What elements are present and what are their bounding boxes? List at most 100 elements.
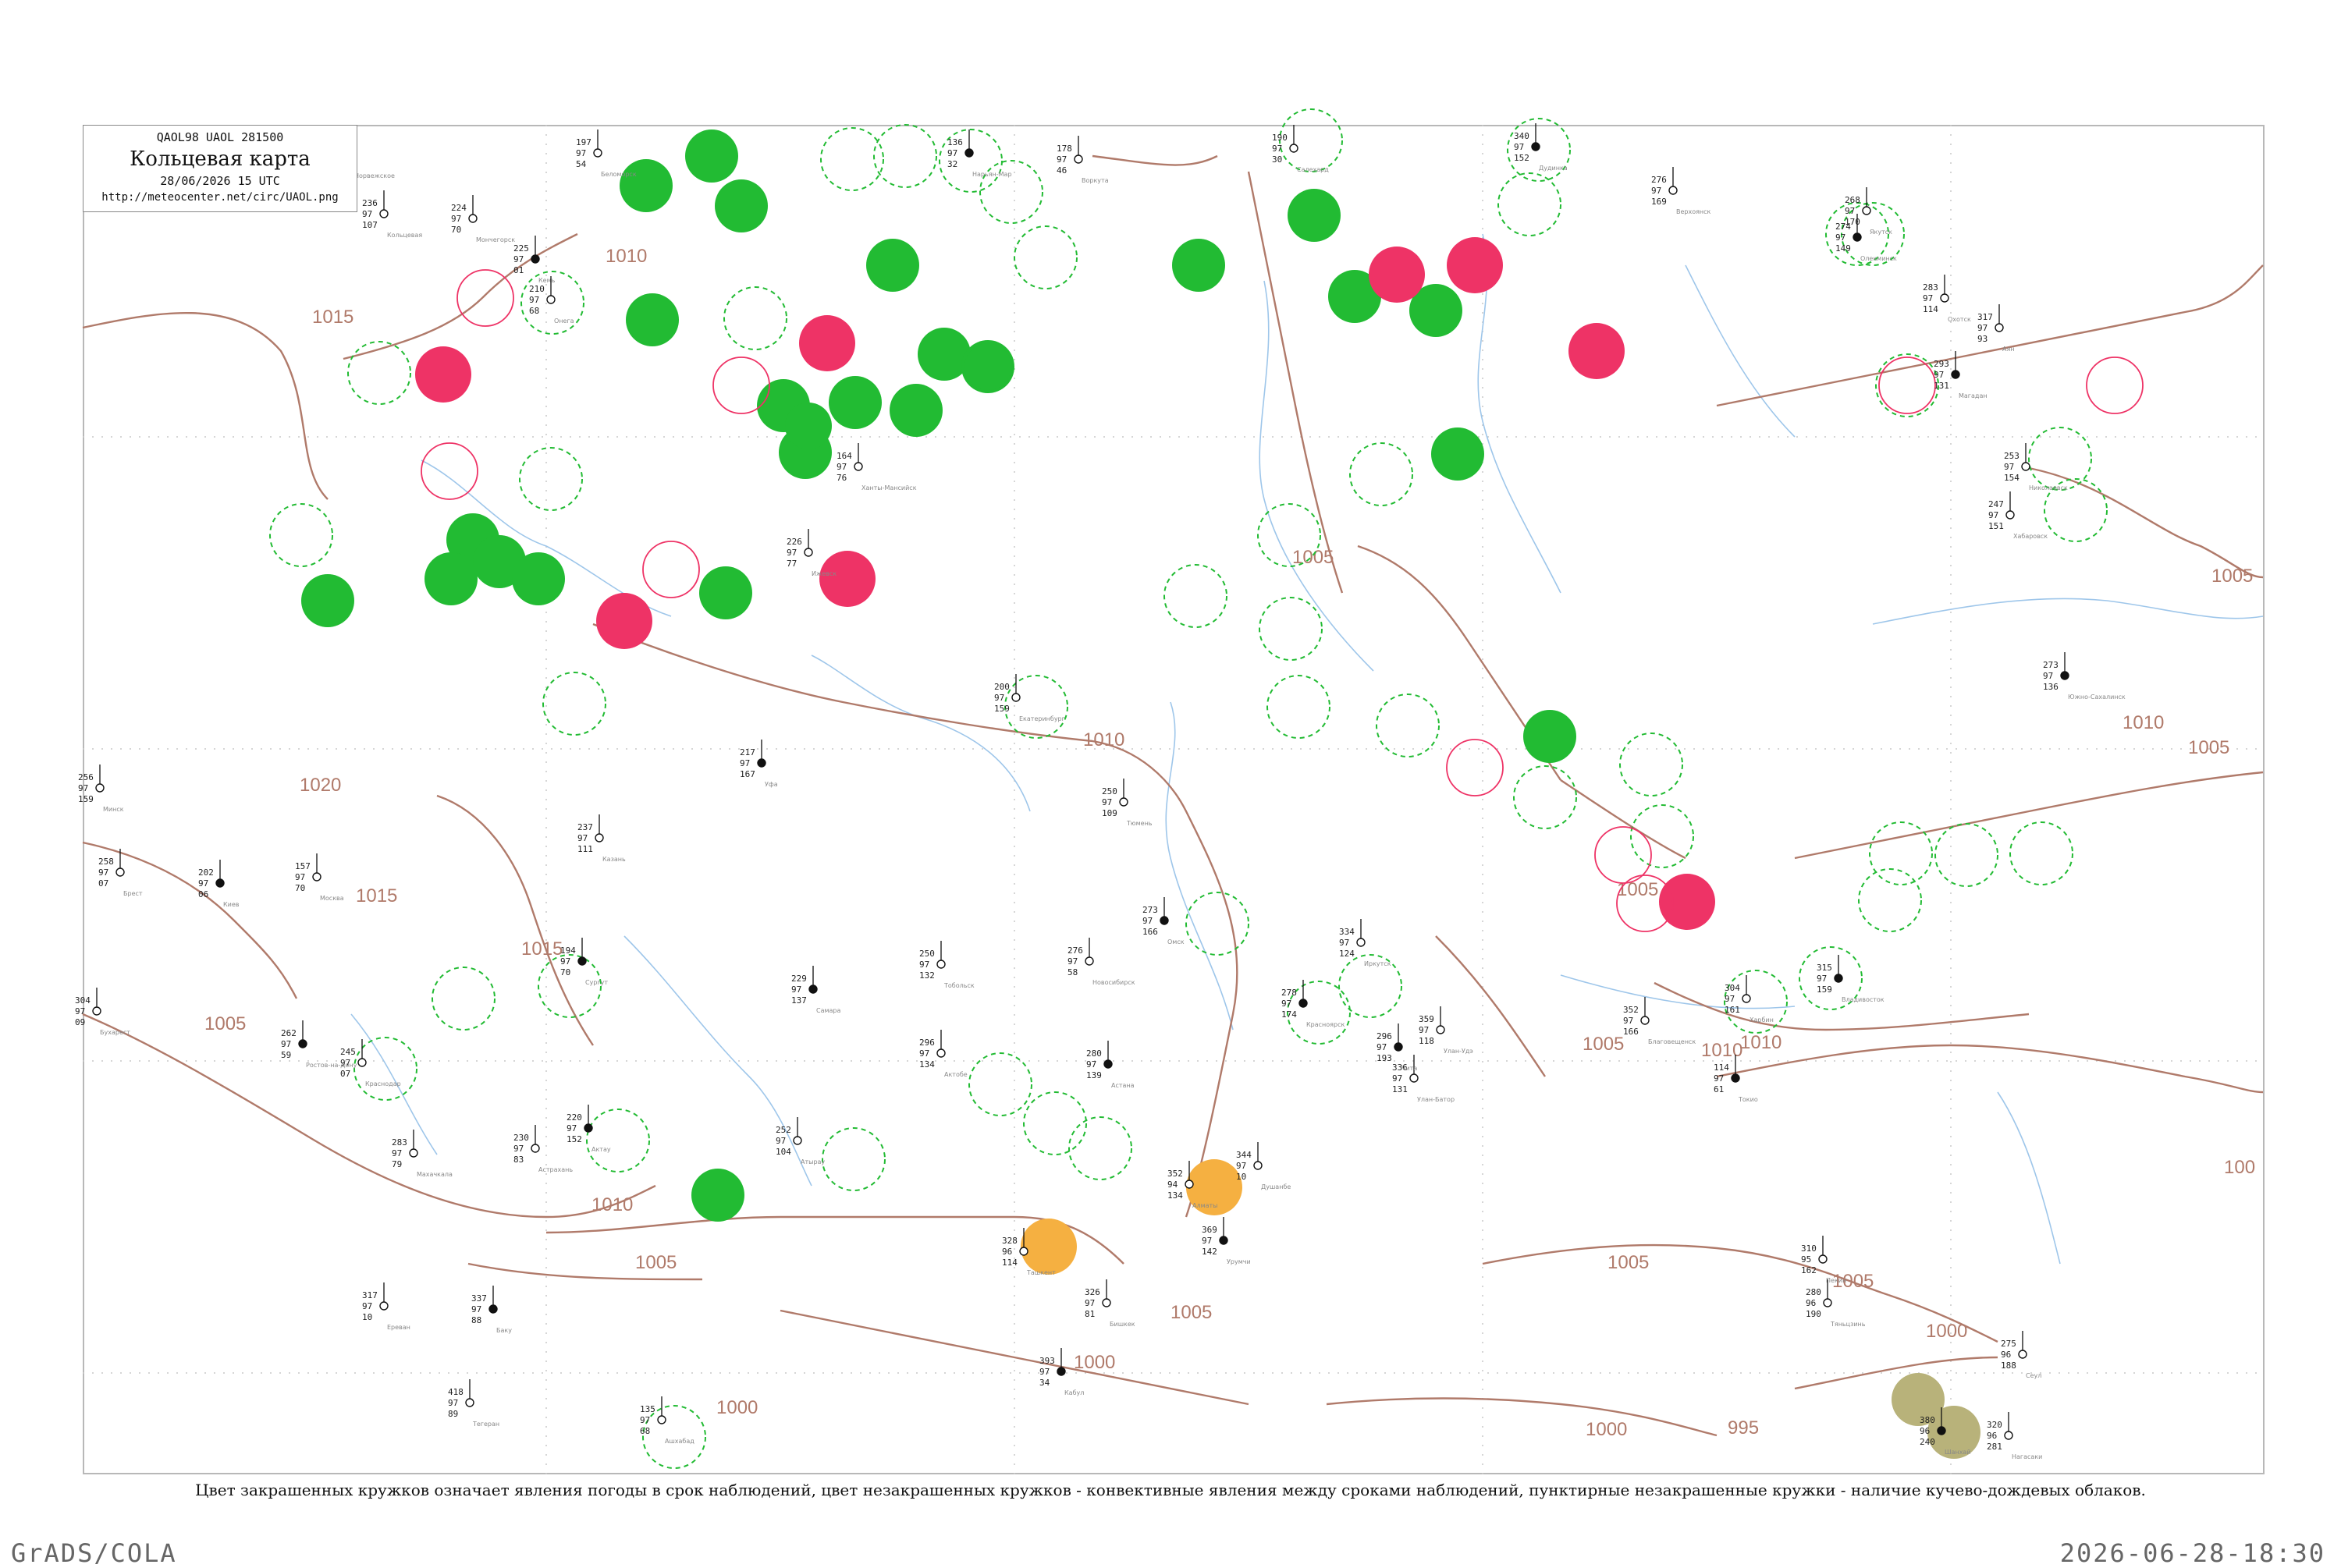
weather-circle-red[interactable]: [799, 315, 855, 371]
weather-circle-green[interactable]: [1523, 710, 1576, 763]
weather-circle-red[interactable]: [1369, 247, 1425, 303]
station-plot[interactable]: 27397136 Южно-Сахалинск: [2043, 652, 2126, 701]
station-plot[interactable]: 25097109 Тюмень: [1102, 779, 1153, 827]
station-plot[interactable]: 1649776 Ханты-Мансийск: [837, 443, 917, 491]
station-plot[interactable]: 3179710 Ереван: [362, 1282, 410, 1331]
weather-circle-green[interactable]: [512, 552, 565, 605]
station-plot[interactable]: 3379788 Баку: [471, 1286, 512, 1334]
weather-circle-green[interactable]: [620, 159, 673, 212]
station-plot[interactable]: 2459707 Краснодар: [340, 1039, 401, 1087]
station-plot[interactable]: 1579770 Москва: [295, 853, 344, 902]
weather-circle-green[interactable]: [890, 384, 943, 437]
station-plot[interactable]: 33497124 Иркутск: [1339, 919, 1391, 967]
cb-ring[interactable]: [353, 1037, 417, 1101]
weather-circle-green[interactable]: [1431, 427, 1484, 481]
weather-circle-red[interactable]: [415, 346, 471, 403]
station-plot[interactable]: 35297166 Благовещенск: [1623, 997, 1696, 1045]
cb-ring[interactable]: [269, 503, 333, 567]
station-plot[interactable]: 27897174 Красноярск: [1281, 980, 1345, 1028]
thunder-ring[interactable]: [1594, 826, 1652, 884]
cb-ring[interactable]: [1014, 225, 1078, 289]
weather-map[interactable]: 1015 1010 1020 1015 1015 1005 1010 1005 …: [0, 0, 2341, 1560]
weather-circle-green[interactable]: [301, 574, 354, 627]
station-plot[interactable]: 27596188 Сеул: [2001, 1331, 2041, 1379]
station-plot[interactable]: 29697134 Актобе: [919, 1030, 968, 1078]
station-plot[interactable]: 1149761 Токио: [1714, 1055, 1758, 1103]
station-plot[interactable]: 21797167 Уфа: [740, 740, 778, 788]
cb-ring[interactable]: [542, 672, 606, 736]
weather-circle-green[interactable]: [715, 179, 768, 232]
station-plot[interactable]: 3179793 Аян: [1977, 304, 2015, 353]
station-plot[interactable]: 22997137 Самара: [791, 966, 841, 1014]
station-plot[interactable]: 1979754 Беломорск: [576, 129, 637, 178]
weather-circle-green[interactable]: [699, 566, 752, 619]
weather-circle-green[interactable]: [425, 552, 478, 605]
weather-circle-red[interactable]: [596, 593, 652, 649]
cb-ring[interactable]: [1497, 172, 1561, 236]
weather-circle-green[interactable]: [964, 343, 1011, 390]
station-plot[interactable]: 23697107 Кольцевая: [362, 190, 422, 239]
cb-ring[interactable]: [1513, 765, 1577, 829]
station-plot[interactable]: 2029706 Киев: [198, 860, 240, 908]
cb-ring[interactable]: [822, 1127, 886, 1191]
weather-circle-green[interactable]: [785, 403, 832, 449]
cb-ring[interactable]: [1279, 108, 1343, 172]
station-plot[interactable]: 28397114 Охотск: [1923, 275, 1971, 323]
cb-ring[interactable]: [432, 967, 496, 1031]
cb-ring[interactable]: [1619, 733, 1683, 796]
station-plot[interactable]: 2589707 Брест: [98, 849, 143, 897]
weather-circle-green[interactable]: [829, 376, 882, 429]
cb-ring[interactable]: [1287, 981, 1351, 1045]
station-plot[interactable]: 25097132 Тобольск: [919, 941, 975, 989]
thunder-ring[interactable]: [1878, 357, 1936, 414]
station-plot[interactable]: 2839779 Махачкала: [392, 1130, 453, 1178]
station-plot[interactable]: 23797111 Казань: [577, 814, 626, 863]
cb-ring[interactable]: [1349, 442, 1413, 506]
cb-ring[interactable]: [1376, 694, 1440, 757]
station-plot[interactable]: 3049709 Бухарест: [75, 988, 130, 1036]
station-plot[interactable]: 25397154 Николаевск: [2004, 443, 2068, 491]
station-plot[interactable]: 1909730 Салехард: [1272, 125, 1329, 173]
cb-ring[interactable]: [968, 1052, 1032, 1116]
thunder-ring[interactable]: [2086, 357, 2144, 414]
cb-ring[interactable]: [1858, 868, 1922, 932]
station-plot[interactable]: 2309783 Астрахань: [513, 1125, 573, 1173]
station-plot[interactable]: 32096281 Нагасаки: [1987, 1412, 2042, 1460]
weather-circle-red[interactable]: [1447, 237, 1503, 293]
cb-ring[interactable]: [1023, 1091, 1087, 1155]
cb-ring[interactable]: [1259, 597, 1323, 661]
cb-ring[interactable]: [1185, 892, 1249, 956]
station-plot[interactable]: 2769758 Новосибирск: [1067, 938, 1135, 986]
cb-ring[interactable]: [519, 447, 583, 511]
weather-circle-red[interactable]: [1659, 874, 1715, 930]
station-plot[interactable]: 33697131Улан-Батор: [1392, 1055, 1455, 1103]
cb-ring[interactable]: [347, 341, 411, 405]
station-plot[interactable]: 2259701 Кемь: [513, 236, 556, 284]
station-plot[interactable]: 1369732 Нарьян-Мар: [947, 129, 1012, 178]
cb-ring[interactable]: [642, 1405, 706, 1469]
weather-circle-red[interactable]: [1568, 323, 1625, 379]
cb-ring[interactable]: [586, 1109, 650, 1172]
weather-circle-green[interactable]: [1172, 239, 1225, 292]
station-plot[interactable]: 1949770 Сургут: [560, 938, 608, 986]
station-plot[interactable]: 26897170Якутск: [1845, 187, 1892, 236]
station-plot[interactable]: 34097152 Дудинка: [1514, 123, 1568, 172]
station-plot[interactable]: 2249770 Мончегорск: [451, 195, 515, 243]
cb-ring[interactable]: [1068, 1116, 1132, 1180]
station-plot[interactable]: 27697169 Верхоянск: [1651, 167, 1711, 215]
cb-ring[interactable]: [1266, 675, 1330, 739]
thunder-ring[interactable]: [642, 541, 700, 598]
station-plot[interactable]: 25297104 Атырау: [776, 1117, 825, 1165]
station-plot[interactable]: 1359768 Ашхабад: [640, 1396, 694, 1445]
station-plot[interactable]: 36997142 Урумчи: [1202, 1217, 1251, 1265]
station-plot[interactable]: 31597159 Владивосток: [1817, 955, 1885, 1003]
station-plot[interactable]: 3269781 Бишкек: [1085, 1279, 1135, 1328]
weather-circle-green[interactable]: [685, 129, 738, 183]
thunder-ring[interactable]: [1446, 739, 1504, 796]
cb-ring[interactable]: [723, 286, 787, 350]
station-plot[interactable]: 3449710 Душанбе: [1236, 1142, 1291, 1190]
thunder-ring[interactable]: [712, 357, 770, 414]
weather-circle-orange[interactable]: [1021, 1219, 1077, 1275]
weather-circle-green[interactable]: [691, 1169, 744, 1222]
station-plot[interactable]: 24797151 Хабаровск: [1988, 491, 2048, 540]
